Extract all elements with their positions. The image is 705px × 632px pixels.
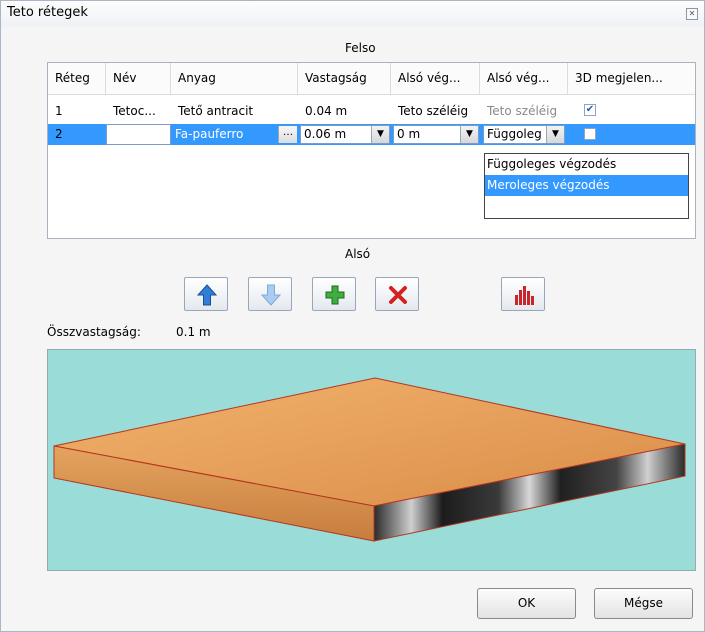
col-header-lower-end-1[interactable]: Alsó vég...	[391, 63, 480, 94]
cancel-button[interactable]: Mégse	[594, 588, 693, 619]
lower-end-dropdown-list[interactable]: Függoleges végzodés Meroleges végzodés	[484, 153, 689, 219]
lower-end-2-combo[interactable]: Függoleg ▼	[483, 125, 565, 144]
cell-layer: 1	[55, 104, 63, 118]
title-bar: Teto rétegek ✕	[1, 1, 704, 27]
move-down-button[interactable]	[248, 277, 292, 311]
chart-button[interactable]	[501, 277, 545, 311]
chevron-down-icon[interactable]: ▼	[371, 126, 389, 143]
ellipsis-icon[interactable]: …	[278, 126, 297, 143]
3d-preview[interactable]	[47, 349, 696, 571]
col-header-3d[interactable]: 3D megjelen...	[568, 63, 695, 94]
layers-table: Réteg Név Anyag Vastagság Alsó vég... Al…	[47, 62, 696, 239]
lower-end-2-value: Függoleg	[487, 127, 542, 141]
arrow-down-icon	[260, 284, 282, 306]
chevron-down-icon[interactable]: ▼	[460, 126, 478, 143]
col-header-thickness[interactable]: Vastagság	[298, 63, 391, 94]
dropdown-option-selected[interactable]: Meroleges végzodés	[485, 175, 688, 196]
cell-lower-end-2: Teto széléig	[487, 104, 558, 118]
delete-layer-button[interactable]	[375, 277, 419, 311]
dropdown-option[interactable]: Függoleges végzodés	[485, 154, 688, 175]
add-layer-button[interactable]	[312, 277, 356, 311]
chevron-down-icon[interactable]: ▼	[546, 126, 564, 143]
col-header-material[interactable]: Anyag	[171, 63, 298, 94]
thickness-value: 0.06 m	[304, 127, 347, 141]
name-input[interactable]	[106, 124, 171, 145]
show-3d-checkbox[interactable]	[584, 128, 596, 140]
cell-layer: 2	[55, 127, 63, 141]
close-icon[interactable]: ✕	[686, 8, 698, 20]
show-3d-checkbox[interactable]: ✔	[584, 104, 596, 116]
move-up-button[interactable]	[184, 277, 228, 311]
material-value: Fa-pauferro	[175, 127, 244, 141]
lower-end-1-value: 0 m	[397, 127, 421, 141]
add-icon	[325, 285, 345, 305]
table-row-selected[interactable]: 2 Fa-pauferro … 0.06 m ▼ 0 m ▼ Függoleg …	[48, 124, 695, 145]
col-header-name[interactable]: Név	[106, 63, 171, 94]
bottom-label: Alsó	[345, 247, 371, 261]
table-row[interactable]: 1 Tetoc... Tető antracit 0.04 m Teto szé…	[48, 101, 695, 122]
top-label: Felso	[345, 41, 376, 55]
ok-button[interactable]: OK	[477, 588, 576, 619]
cell-lower-end-1: Teto széléig	[398, 104, 469, 118]
total-thickness-label: Összvastagság:	[47, 325, 141, 339]
cell-name: Tetoc...	[113, 104, 156, 118]
total-thickness-value: 0.1 m	[176, 325, 211, 339]
chart-icon	[515, 286, 534, 305]
dialog-window: Teto rétegek ✕ Felso Réteg Név Anyag Vas…	[0, 0, 705, 632]
arrow-up-icon	[196, 284, 218, 306]
layer-slab-preview	[53, 377, 686, 542]
table-header: Réteg Név Anyag Vastagság Alsó vég... Al…	[48, 63, 695, 95]
cell-material: Tető antracit	[178, 104, 254, 118]
material-picker[interactable]: Fa-pauferro …	[171, 125, 298, 144]
lower-end-1-combo[interactable]: 0 m ▼	[393, 125, 479, 144]
col-header-layer[interactable]: Réteg	[48, 63, 106, 94]
delete-icon	[389, 286, 407, 304]
cell-thickness: 0.04 m	[305, 104, 348, 118]
thickness-combo[interactable]: 0.06 m ▼	[300, 125, 390, 144]
window-title: Teto rétegek	[7, 5, 88, 20]
col-header-lower-end-2[interactable]: Alsó vég...	[480, 63, 568, 94]
